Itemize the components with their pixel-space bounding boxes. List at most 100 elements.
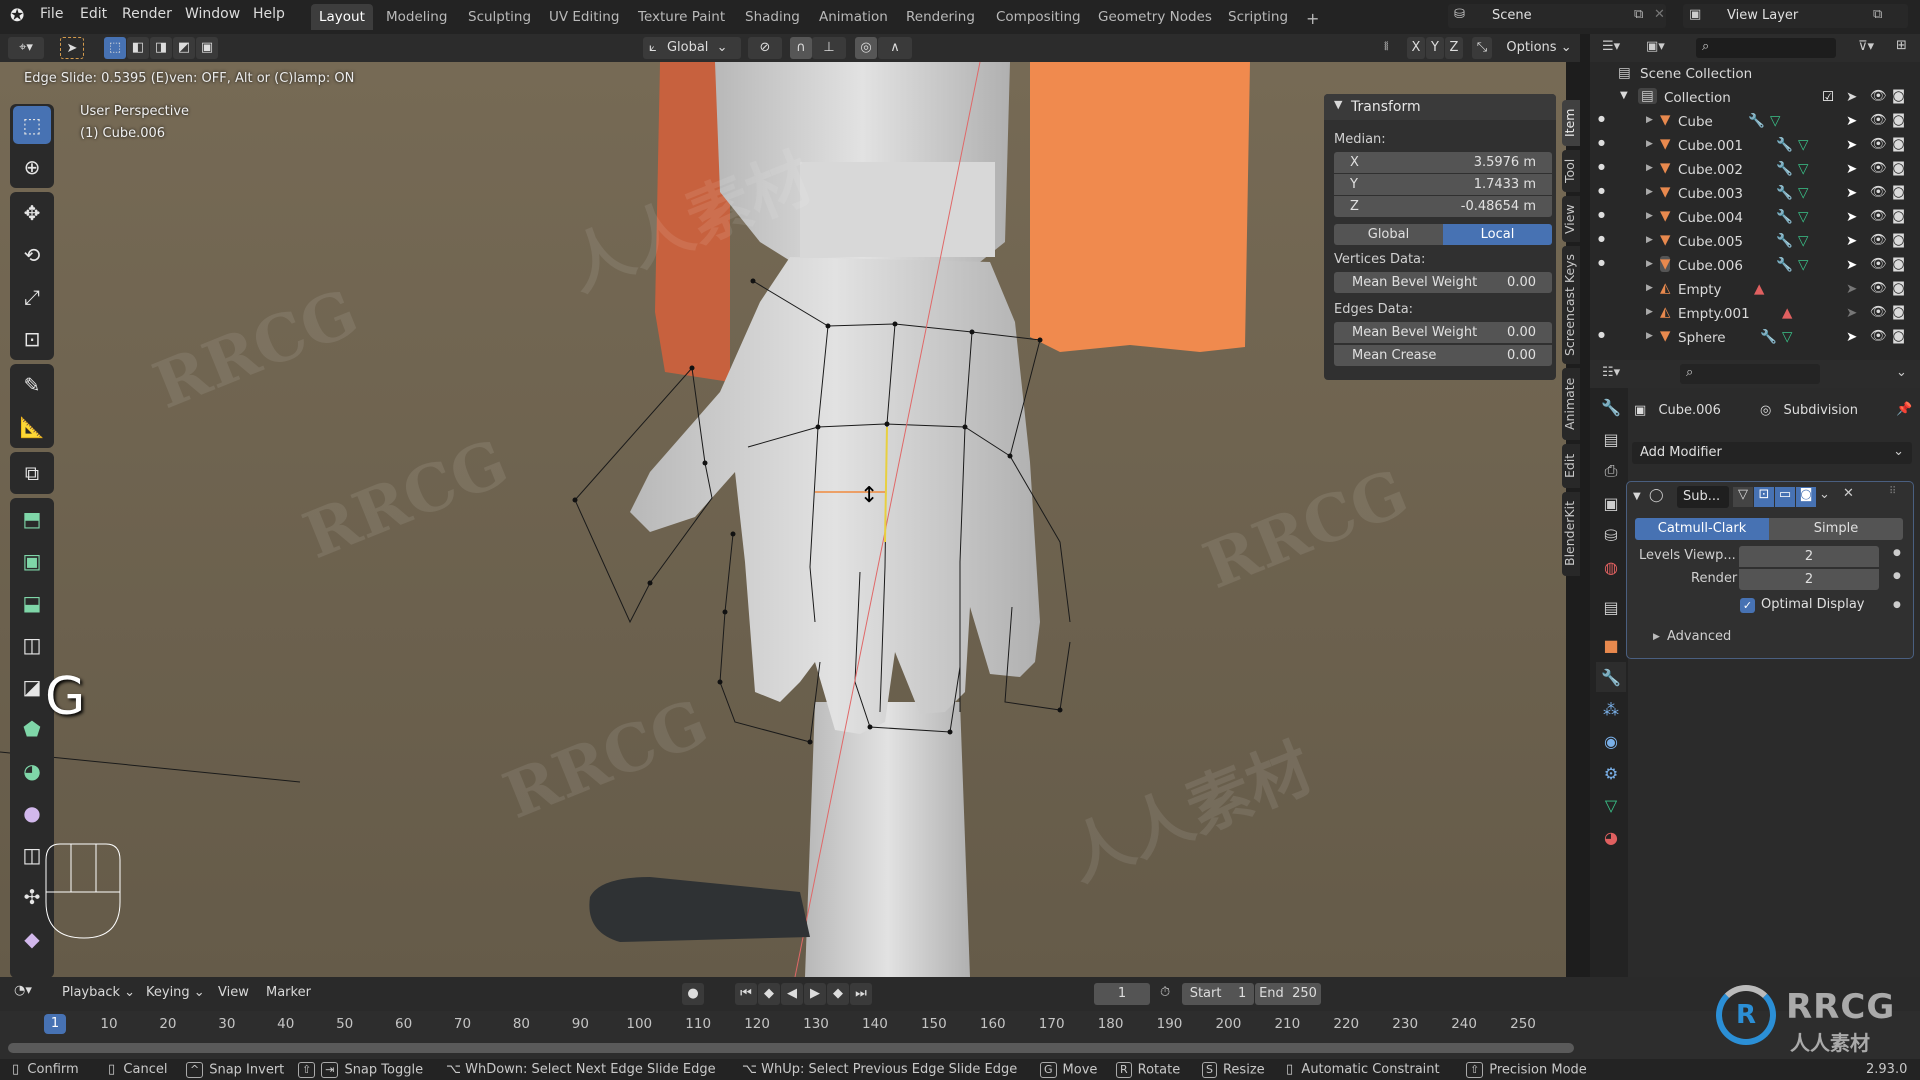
keyframe-dot-icon[interactable]: ●	[1893, 571, 1901, 581]
tab-rendering[interactable]: Rendering	[898, 4, 983, 30]
add-cube-tool[interactable]: ⧉	[13, 454, 51, 492]
camera-icon[interactable]: ◙	[1892, 136, 1905, 152]
expand-icon[interactable]: ▶	[1646, 115, 1653, 125]
selectable-icon[interactable]: ➤	[1846, 305, 1857, 321]
proportional-falloff-dropdown[interactable]: ∧	[878, 37, 912, 59]
transform-tool[interactable]: ⊡	[13, 320, 51, 358]
scene-selector[interactable]: ⛁ Scene ⧉	[1448, 4, 1666, 28]
mirror-icon[interactable]: ⧛	[1384, 39, 1389, 54]
expand-icon[interactable]: ▼	[1620, 90, 1628, 101]
camera-icon[interactable]: ◙	[1892, 160, 1905, 176]
edit-mode-dot-icon[interactable]: ●	[1598, 210, 1605, 219]
scene-tab[interactable]: ⛁	[1596, 520, 1626, 550]
image-empty-icon[interactable]: ▲	[1754, 281, 1764, 297]
measure-tool[interactable]: 📐	[13, 408, 51, 446]
material-tab[interactable]: ◕	[1596, 822, 1626, 852]
pivot-point-dropdown[interactable]: ⊘	[748, 37, 782, 59]
copy-scene-icon[interactable]: ⧉	[1634, 7, 1643, 22]
mesh-data-icon[interactable]: ▽	[1798, 137, 1808, 153]
view-layer-selector[interactable]: ▣ View Layer ⧉	[1683, 4, 1908, 28]
collapse-icon[interactable]: ▼	[1633, 491, 1641, 502]
outliner-search-input[interactable]: ⌕	[1696, 38, 1836, 58]
tool-tab[interactable]: 🔧	[1596, 392, 1626, 422]
close-icon[interactable]: ✕	[1843, 486, 1854, 501]
mesh-data-icon[interactable]: ▽	[1798, 161, 1808, 177]
loop-cut-tool[interactable]: ◫	[13, 626, 51, 664]
annotate-tool[interactable]: ✎	[13, 366, 51, 404]
tab-compositing[interactable]: Compositing	[988, 4, 1089, 30]
expand-icon[interactable]: ▶	[1646, 187, 1653, 197]
catmull-clark-toggle[interactable]: Catmull-Clark	[1635, 518, 1769, 540]
select-tool-indicator[interactable]: ➤	[60, 37, 84, 59]
modifier-wrench-icon[interactable]: 🔧	[1776, 185, 1793, 201]
spin-tool[interactable]: ◕	[13, 752, 51, 790]
modifier-tab[interactable]: 🔧	[1596, 662, 1626, 692]
modifier-wrench-icon[interactable]: 🔧	[1776, 137, 1793, 153]
tab-geometry-nodes[interactable]: Geometry Nodes	[1090, 4, 1220, 30]
outliner-item[interactable]: ● ▶ ▼ Cube.002 🔧 ▽ ➤ 👁 ◙	[1590, 158, 1920, 182]
expand-icon[interactable]: ▶	[1646, 211, 1653, 221]
viewport-toggle-icon[interactable]: ▭	[1775, 487, 1795, 507]
mesh-data-icon[interactable]: ▽	[1798, 257, 1808, 273]
select-mode-invert[interactable]: ◩	[173, 37, 195, 59]
select-mode-subtract[interactable]: ◨	[150, 37, 172, 59]
selectable-icon[interactable]: ➤	[1846, 257, 1857, 273]
particles-tab[interactable]: ⁂	[1596, 694, 1626, 724]
optimal-display-checkbox[interactable]: ✓	[1740, 598, 1755, 613]
transform-section-header[interactable]: ▼ Transform	[1324, 94, 1556, 120]
expand-icon[interactable]: ▶	[1646, 259, 1653, 269]
menu-render[interactable]: Render	[122, 6, 172, 22]
tab-layout[interactable]: Layout	[311, 4, 373, 30]
mesh-data-icon[interactable]: ▽	[1782, 329, 1792, 345]
outliner-item[interactable]: ● ▶ ▼ Cube.006 🔧 ▽ ➤ 👁 ◙	[1590, 254, 1920, 278]
snap-toggle[interactable]: ∩	[790, 37, 812, 59]
drag-handle-icon[interactable]: ⠿	[1889, 486, 1896, 497]
modifier-wrench-icon[interactable]: 🔧	[1776, 161, 1793, 177]
bevel-tool[interactable]: ⬓	[13, 584, 51, 622]
scale-tool[interactable]: ⤢	[13, 278, 51, 316]
camera-icon[interactable]: ◙	[1892, 256, 1905, 272]
mirror-y-toggle[interactable]: Y	[1426, 37, 1444, 59]
edit-mode-dot-icon[interactable]: ●	[1598, 186, 1605, 195]
blender-logo-icon[interactable]: ✪	[10, 6, 24, 26]
outliner-item[interactable]: ▶ ◭ Empty.001 ▲ ➤ 👁 ◙	[1590, 302, 1920, 326]
pin-icon[interactable]: 📌	[1896, 402, 1912, 417]
menu-help[interactable]: Help	[253, 6, 285, 22]
outliner-item[interactable]: ● ▶ ▼ Sphere 🔧 ▽ ➤ 👁 ◙	[1590, 326, 1920, 350]
sidebar-tab-edit[interactable]: Edit	[1562, 444, 1580, 488]
median-y-field[interactable]: Y 1.7433 m	[1334, 174, 1552, 195]
mesh-data-icon[interactable]: ▽	[1770, 113, 1780, 129]
smooth-tool[interactable]: ●	[13, 794, 51, 832]
outliner-scene-collection[interactable]: ▤ Scene Collection	[1590, 62, 1920, 86]
snap-target-dropdown[interactable]: ⊥	[812, 37, 846, 59]
display-mode-icon[interactable]: ☰▾	[1602, 39, 1620, 54]
rotate-tool[interactable]: ⟲	[13, 236, 51, 274]
cursor-tool[interactable]: ⊕	[13, 148, 51, 186]
sidebar-tab-screencast-keys[interactable]: Screencast Keys	[1562, 246, 1580, 364]
advanced-subpanel[interactable]: Advanced	[1667, 629, 1731, 644]
add-modifier-dropdown[interactable]: Add Modifier ⌄	[1632, 442, 1912, 464]
mirror-z-toggle[interactable]: Z	[1445, 37, 1463, 59]
select-mode-new[interactable]: ⬚	[104, 37, 126, 59]
sidebar-tab-view[interactable]: View	[1562, 196, 1580, 242]
chevron-down-icon[interactable]: ⌄	[1819, 487, 1830, 502]
edit-mode-dot-icon[interactable]: ●	[1598, 234, 1605, 243]
expand-icon[interactable]: ▶	[1646, 331, 1653, 341]
selectable-icon[interactable]: ➤	[1846, 329, 1857, 345]
tab-animation[interactable]: Animation	[811, 4, 896, 30]
expand-icon[interactable]: ▶	[1646, 283, 1653, 293]
eye-icon[interactable]: 👁	[1870, 184, 1887, 200]
proportional-edit-toggle[interactable]: ◎	[855, 37, 877, 59]
global-toggle[interactable]: Global	[1334, 224, 1443, 245]
sidebar-tab-tool[interactable]: Tool	[1562, 150, 1580, 192]
vertex-bevel-weight-field[interactable]: Mean Bevel Weight 0.00	[1334, 272, 1552, 293]
simple-toggle[interactable]: Simple	[1769, 518, 1903, 540]
expand-icon[interactable]: ▶	[1646, 139, 1653, 149]
outliner-item[interactable]: ▶ ◭ Empty ▲ ➤ 👁 ◙	[1590, 278, 1920, 302]
camera-icon[interactable]: ◙	[1892, 88, 1905, 104]
selectable-icon[interactable]: ➤	[1846, 113, 1857, 129]
selectable-icon[interactable]: ➤	[1846, 137, 1857, 153]
expand-icon[interactable]: ▶	[1653, 632, 1660, 642]
mirror-x-toggle[interactable]: X	[1407, 37, 1425, 59]
view-layer-tab[interactable]: ▣	[1596, 488, 1626, 518]
